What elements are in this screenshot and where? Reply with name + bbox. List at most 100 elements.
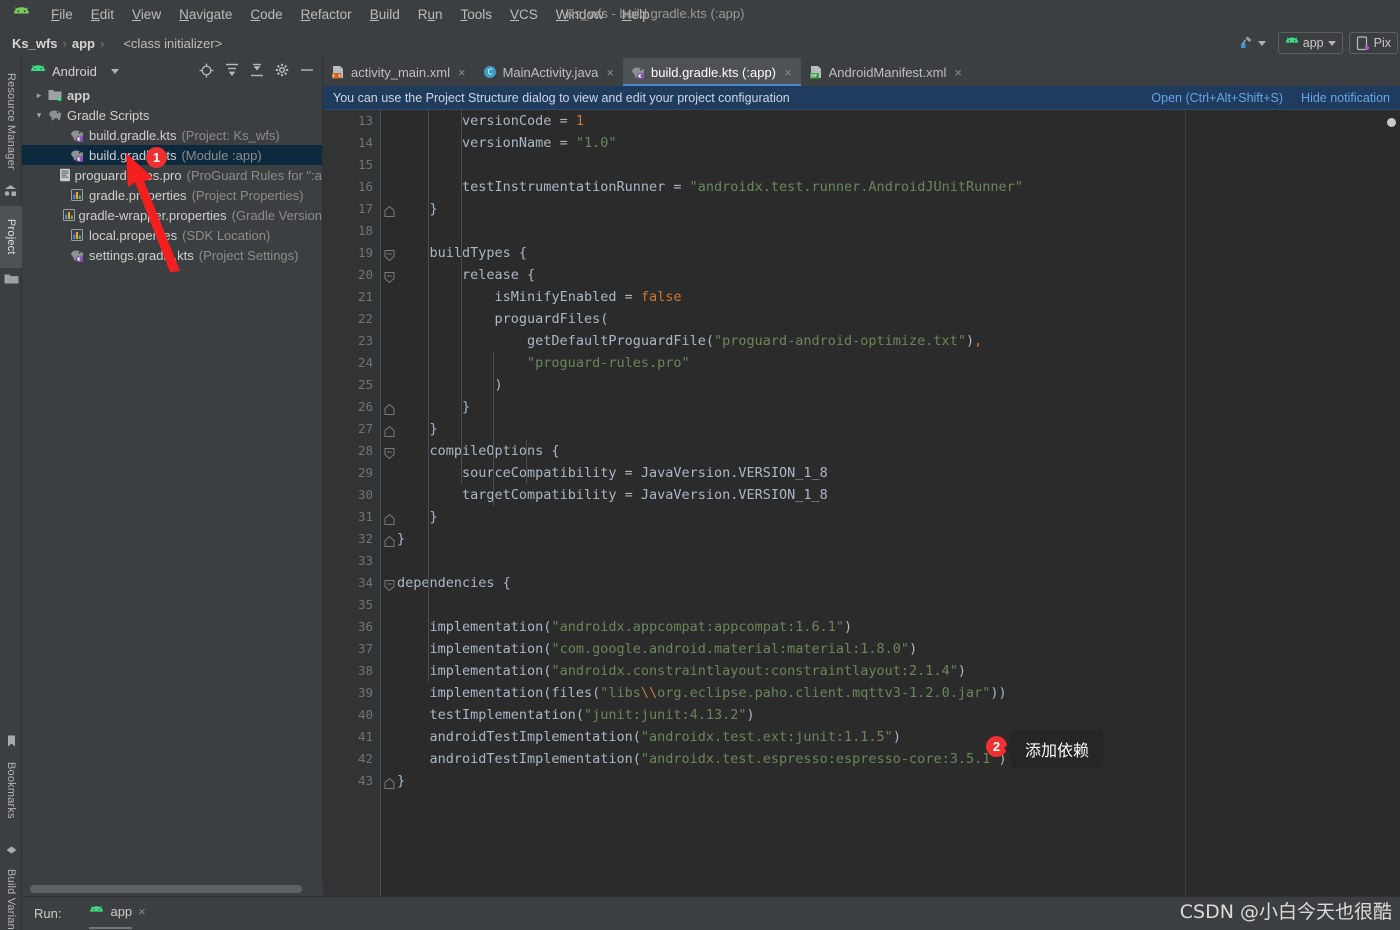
code-line[interactable]: release { (397, 264, 1400, 286)
source-code[interactable]: versionCode = 1 versionName = "1.0" test… (397, 110, 1400, 896)
tree-item-gradle-scripts[interactable]: ▾ Gradle Scripts (22, 105, 322, 125)
fold-marker-start[interactable] (381, 242, 397, 264)
menu-item-navigate[interactable]: Navigate (170, 4, 241, 25)
breadcrumb-item-module[interactable]: app (68, 36, 99, 51)
project-view-name[interactable]: Android (52, 64, 97, 79)
chevron-right-icon[interactable]: ▸ (32, 90, 46, 101)
fold-marker-end[interactable] (381, 396, 397, 418)
code-line[interactable]: compileOptions { (397, 440, 1400, 462)
fold-marker-end[interactable] (381, 528, 397, 550)
code-line[interactable] (397, 550, 1400, 572)
code-line[interactable] (397, 594, 1400, 616)
locate-target-icon[interactable] (199, 63, 214, 81)
device-selector[interactable]: Pix (1348, 32, 1398, 54)
code-line[interactable]: targetCompatibility = JavaVersion.VERSIO… (397, 484, 1400, 506)
code-line[interactable]: androidTestImplementation("androidx.test… (397, 726, 1400, 748)
menu-item-build[interactable]: Build (361, 4, 409, 25)
code-line[interactable]: implementation("androidx.appcompat:appco… (397, 616, 1400, 638)
fold-marker-end[interactable] (381, 198, 397, 220)
fold-end-icon[interactable] (384, 424, 395, 437)
fold-collapse-icon[interactable] (384, 270, 395, 284)
code-line[interactable]: } (397, 528, 1400, 550)
settings-gear-icon[interactable] (275, 63, 289, 80)
code-line[interactable]: "proguard-rules.pro" (397, 352, 1400, 374)
tree-item-build-gradle-kts[interactable]: build.gradle.kts (Project: Ks_wfs) (22, 125, 322, 145)
run-tab-app[interactable]: app × (89, 904, 146, 929)
tree-item-local-properties[interactable]: local.properties (SDK Location) (22, 225, 322, 245)
code-line[interactable]: proguardFiles( (397, 308, 1400, 330)
fold-marker-end[interactable] (381, 506, 397, 528)
notification-open-link[interactable]: Open (Ctrl+Alt+Shift+S) (1151, 91, 1283, 105)
tree-item-gradle-properties[interactable]: gradle.properties (Project Properties) (22, 185, 322, 205)
fold-marker-start[interactable] (381, 440, 397, 462)
tree-item-build-gradle-kts[interactable]: build.gradle.kts (Module :app) (22, 145, 322, 165)
code-line[interactable]: implementation("com.google.android.mater… (397, 638, 1400, 660)
fold-marker-start[interactable] (381, 264, 397, 286)
fold-marker-end[interactable] (381, 418, 397, 440)
menu-item-file[interactable]: File (42, 4, 82, 25)
code-line[interactable] (397, 154, 1400, 176)
code-line[interactable]: implementation("androidx.constraintlayou… (397, 660, 1400, 682)
code-line[interactable]: dependencies { (397, 572, 1400, 594)
tree-item-app[interactable]: ▸ app (22, 85, 322, 105)
breadcrumb-item-project[interactable]: Ks_wfs (8, 36, 62, 51)
code-line[interactable]: } (397, 418, 1400, 440)
scrollbar-thumb[interactable] (30, 885, 302, 893)
close-icon[interactable]: × (606, 65, 614, 80)
code-line[interactable] (397, 220, 1400, 242)
code-line[interactable]: } (397, 506, 1400, 528)
breadcrumb-item-member[interactable]: <class initializer> (119, 36, 226, 51)
code-line[interactable]: testImplementation("junit:junit:4.13.2") (397, 704, 1400, 726)
fold-end-icon[interactable] (384, 402, 395, 415)
sidebar-item-build-variants[interactable]: Build Variants (0, 858, 22, 930)
tree-item-proguard-rules-pro[interactable]: proguard-rules.pro (ProGuard Rules for ":… (22, 165, 322, 185)
fold-collapse-icon[interactable] (384, 446, 395, 460)
menu-item-run[interactable]: Run (409, 4, 452, 25)
fold-end-icon[interactable] (384, 776, 395, 789)
menu-item-refactor[interactable]: Refactor (292, 4, 361, 25)
editor-tab-build-gradle-kts-app-[interactable]: build.gradle.kts (:app) × (623, 58, 801, 86)
fold-collapse-icon[interactable] (384, 578, 395, 592)
code-line[interactable]: buildTypes { (397, 242, 1400, 264)
project-horizontal-scrollbar[interactable] (22, 882, 323, 896)
code-line[interactable]: isMinifyEnabled = false (397, 286, 1400, 308)
chevron-down-icon[interactable] (110, 69, 119, 74)
editor-tab-mainactivity-java[interactable]: C MainActivity.java × (475, 58, 623, 86)
close-icon[interactable]: × (138, 904, 146, 919)
code-line[interactable]: getDefaultProguardFile("proguard-android… (397, 330, 1400, 352)
code-line[interactable]: sourceCompatibility = JavaVersion.VERSIO… (397, 462, 1400, 484)
close-icon[interactable]: × (954, 65, 962, 80)
code-line[interactable]: versionCode = 1 (397, 110, 1400, 132)
fold-marker-start[interactable] (381, 572, 397, 594)
menu-item-vcs[interactable]: VCS (501, 4, 547, 25)
close-icon[interactable]: × (784, 65, 792, 80)
menu-item-view[interactable]: View (123, 4, 170, 25)
expand-all-icon[interactable] (225, 63, 239, 80)
build-hammer-button[interactable] (1232, 32, 1272, 54)
project-file-tree[interactable]: ▸ app ▾ Gradle Scripts build.gradle.kts (Proj… (22, 85, 322, 896)
sidebar-item-resource-manager[interactable]: Resource Manager (0, 62, 22, 180)
code-line[interactable]: } (397, 396, 1400, 418)
tree-item-settings-gradle-kts[interactable]: settings.gradle.kts (Project Settings) (22, 245, 322, 265)
collapse-all-icon[interactable] (250, 63, 264, 80)
editor-tab-androidmanifest-xml[interactable]: MF AndroidManifest.xml × (801, 58, 971, 86)
fold-marker-end[interactable] (381, 770, 397, 792)
code-editor[interactable]: 13 14 15 16 17 18 19 20 21 22 23 24 25 26 27 28 29 30 31 32… (323, 110, 1400, 896)
code-line[interactable]: ) (397, 374, 1400, 396)
code-folding-gutter[interactable] (381, 110, 397, 896)
code-line[interactable]: implementation(files("libs\\org.eclipse.… (397, 682, 1400, 704)
code-line[interactable]: } (397, 198, 1400, 220)
menu-item-edit[interactable]: Edit (82, 4, 123, 25)
fold-end-icon[interactable] (384, 534, 395, 547)
code-line[interactable]: versionName = "1.0" (397, 132, 1400, 154)
tree-item-gradle-wrapper-properties[interactable]: gradle-wrapper.properties (Gradle Version (22, 205, 322, 225)
code-line[interactable]: testInstrumentationRunner = "androidx.te… (397, 176, 1400, 198)
hide-panel-icon[interactable] (300, 63, 314, 80)
menu-item-tools[interactable]: Tools (452, 4, 502, 25)
run-configuration-selector[interactable]: app (1277, 32, 1343, 54)
sidebar-item-bookmarks[interactable]: Bookmarks (0, 748, 22, 832)
close-icon[interactable]: × (458, 65, 466, 80)
scrollbar-marker[interactable] (1387, 118, 1396, 127)
code-line[interactable]: androidTestImplementation("androidx.test… (397, 748, 1400, 770)
code-line[interactable]: } (397, 770, 1400, 792)
